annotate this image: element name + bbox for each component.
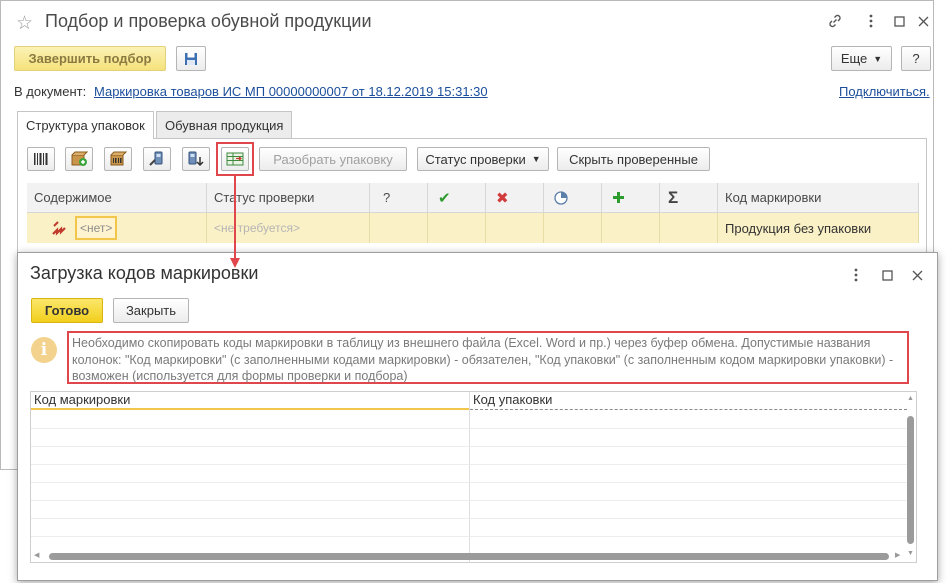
- dialog-maximize-icon[interactable]: [877, 265, 897, 285]
- vertical-scroll-thumb[interactable]: [907, 416, 914, 544]
- close-button[interactable]: Закрыть: [113, 298, 189, 323]
- favorite-star-icon[interactable]: ☆: [16, 12, 33, 35]
- table-row[interactable]: [31, 500, 907, 501]
- tsd-export-button[interactable]: [182, 147, 210, 171]
- connect-link[interactable]: Подключиться.: [839, 84, 930, 99]
- load-codes-highlight: [216, 142, 254, 176]
- package-barcode-button[interactable]: [104, 147, 132, 171]
- scroll-left-icon[interactable]: ◀: [34, 551, 39, 559]
- finish-selection-button[interactable]: Завершить подбор: [14, 46, 166, 71]
- package-icon: [110, 151, 127, 166]
- help-button[interactable]: ?: [901, 46, 931, 71]
- scroll-right-icon[interactable]: ▶: [895, 551, 900, 559]
- checked-cell[interactable]: [428, 213, 486, 243]
- dropdown-arrow-icon: ▼: [873, 53, 883, 64]
- col-content-header[interactable]: Содержимое: [27, 183, 207, 213]
- horizontal-scroll-thumb[interactable]: [49, 553, 889, 560]
- col-error-header[interactable]: ✖: [486, 183, 544, 213]
- table-row[interactable]: [31, 536, 907, 537]
- col-added-header[interactable]: [602, 183, 660, 213]
- load-codes-dialog: Загрузка кодов маркировки Готово Закрыть…: [17, 252, 938, 581]
- dialog-close-icon[interactable]: [907, 265, 927, 285]
- check-status-label: Статус проверки: [425, 151, 526, 167]
- hide-checked-button[interactable]: Скрыть проверенные: [557, 147, 710, 171]
- package-add-icon: [71, 151, 88, 166]
- barcode-scan-button[interactable]: [27, 147, 55, 171]
- check-status-button[interactable]: Статус проверки ▼: [417, 147, 549, 171]
- tab-shoe-products[interactable]: Обувная продукция: [156, 111, 293, 138]
- link-icon[interactable]: [825, 11, 845, 31]
- document-label: В документ:: [14, 84, 87, 99]
- clock-pie-icon: [554, 190, 568, 205]
- more-button[interactable]: Еще ▼: [831, 46, 892, 71]
- stairs-icon: [52, 221, 66, 236]
- document-link[interactable]: Маркировка товаров ИС МП 00000000007 от …: [94, 84, 488, 99]
- question-cell[interactable]: [370, 213, 428, 243]
- done-button[interactable]: Готово: [31, 298, 103, 323]
- info-message: Необходимо скопировать коды маркировки в…: [67, 331, 909, 384]
- unpack-button[interactable]: Разобрать упаковку: [259, 147, 407, 171]
- add-package-button[interactable]: [65, 147, 93, 171]
- vertical-scrollbar[interactable]: ▲ ▼: [905, 392, 916, 562]
- scroll-down-icon[interactable]: ▼: [907, 550, 914, 557]
- added-cell[interactable]: [602, 213, 660, 243]
- more-button-label: Еще: [840, 51, 868, 66]
- dropdown-arrow-icon: ▼: [531, 154, 541, 164]
- table-row[interactable]: [31, 446, 907, 447]
- maximize-icon[interactable]: [889, 11, 909, 31]
- pointer-arrow: [230, 176, 240, 268]
- more-menu-icon[interactable]: [861, 11, 881, 31]
- dialog-more-menu-icon[interactable]: [846, 265, 866, 285]
- error-cell[interactable]: [486, 213, 544, 243]
- col-marking-code-header[interactable]: Код маркировки: [31, 392, 469, 410]
- scanner-icon: [149, 151, 163, 166]
- scanner-download-icon: [188, 151, 204, 167]
- codes-table[interactable]: Код маркировки Код упаковки ▲ ▼ ◀ ▶: [30, 391, 917, 563]
- dialog-title: Загрузка кодов маркировки: [30, 263, 259, 283]
- col-sum-header[interactable]: Σ: [660, 183, 718, 213]
- col-package-code-header[interactable]: Код упаковки: [470, 392, 907, 410]
- table-row[interactable]: [31, 464, 907, 465]
- horizontal-scrollbar[interactable]: ◀ ▶: [31, 551, 905, 562]
- sum-cell[interactable]: [660, 213, 718, 243]
- plus-icon: [613, 192, 624, 203]
- col-code-header[interactable]: Код маркировки: [718, 183, 919, 213]
- cross-icon: ✖: [496, 189, 509, 207]
- col-checked-header[interactable]: ✔: [428, 183, 486, 213]
- save-icon: [185, 52, 197, 65]
- close-icon[interactable]: [913, 11, 933, 31]
- table-row[interactable]: [31, 428, 907, 429]
- tab-package-structure[interactable]: Структура упаковок: [17, 111, 154, 139]
- sum-icon: Σ: [668, 187, 679, 207]
- scroll-up-icon[interactable]: ▲: [907, 395, 914, 402]
- col-pending-header[interactable]: [544, 183, 602, 213]
- info-icon: i: [31, 337, 57, 363]
- content-cell[interactable]: <нет>: [75, 216, 118, 240]
- table-row[interactable]: <нет>: [27, 213, 207, 243]
- table-row[interactable]: [31, 482, 907, 483]
- col-question-header[interactable]: ?: [370, 183, 428, 213]
- barcode-icon: [34, 153, 48, 165]
- table-row[interactable]: [31, 518, 907, 519]
- check-icon: ✔: [438, 189, 451, 207]
- code-cell[interactable]: Продукция без упаковки: [718, 213, 919, 243]
- tsd-scanner-button[interactable]: [143, 147, 171, 171]
- save-button[interactable]: [176, 46, 206, 71]
- window-title: Подбор и проверка обувной продукции: [45, 11, 372, 31]
- pending-cell[interactable]: [544, 213, 602, 243]
